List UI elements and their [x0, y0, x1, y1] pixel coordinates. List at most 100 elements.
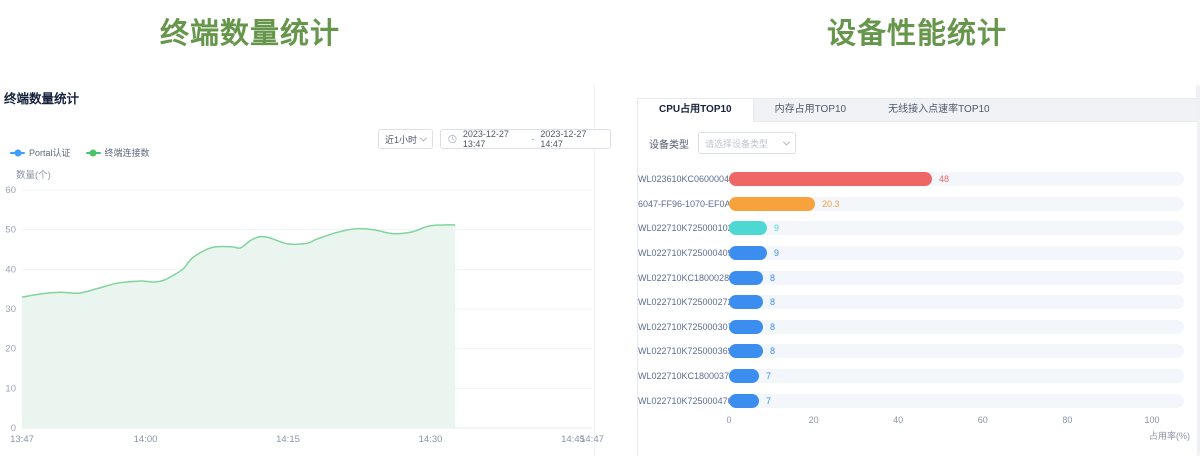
bar-track	[729, 295, 1184, 309]
device-name-label: WL022710K725000102	[638, 223, 723, 233]
tab-2[interactable]: 无线接入点速率TOP10	[867, 99, 1011, 122]
x-axis-tick: 20	[809, 415, 819, 425]
x-axis-tick: 40	[893, 415, 903, 425]
svg-text:50: 50	[5, 225, 16, 236]
device-name-label: WL022710KC18000372	[638, 371, 723, 381]
bar-value-label: 8	[770, 322, 775, 332]
bar[interactable]	[729, 246, 767, 260]
bar-value-label: 48	[939, 174, 949, 184]
bar-row: WL022710K725000409 9	[638, 241, 1197, 266]
legend-item[interactable]: Portal认证	[10, 146, 71, 159]
svg-text:14:30: 14:30	[419, 434, 443, 445]
svg-text:60: 60	[5, 185, 16, 196]
bar-track	[729, 246, 1184, 260]
clock-icon	[448, 134, 457, 144]
bar-value-label: 9	[774, 223, 779, 233]
device-type-select[interactable]: 请选择设备类型	[698, 132, 796, 154]
device-name-label: WL023610KC06000043	[638, 174, 723, 184]
date-end: 2023-12-27 14:47	[540, 129, 603, 149]
bar[interactable]	[729, 221, 767, 235]
bar-value-label: 9	[774, 248, 779, 258]
legend-marker-icon	[86, 152, 101, 154]
device-name-label: WL022710K725000409	[638, 248, 723, 258]
device-type-filter: 设备类型 请选择设备类型	[649, 132, 796, 154]
bar-row: WL022710K725000307 8	[638, 315, 1197, 340]
device-name-label: 6047-FF96-1070-EF0A	[638, 199, 723, 209]
svg-text:40: 40	[5, 264, 16, 275]
date-range-picker[interactable]: 2023-12-27 13:47 - 2023-12-27 14:47	[440, 129, 611, 149]
bar[interactable]	[729, 197, 815, 211]
legend-marker-icon	[10, 152, 25, 154]
legend-item[interactable]: 终端连接数	[86, 146, 150, 159]
date-start: 2023-12-27 13:47	[463, 129, 526, 149]
bar-row: WL022710K725000369 8	[638, 339, 1197, 364]
bar-row: WL022710K725000272 8	[638, 290, 1197, 315]
svg-text:14:47: 14:47	[580, 434, 604, 445]
time-range-value: 近1小时	[385, 133, 417, 146]
bar-value-label: 7	[766, 371, 771, 381]
device-name-label: WL022710K725000307	[638, 322, 723, 332]
x-axis-tick: 80	[1062, 415, 1072, 425]
bar[interactable]	[729, 271, 763, 285]
chart-controls: 近1小时 2023-12-27 13:47 - 2023-12-27 14:47	[378, 129, 611, 149]
terminal-count-chart: 0 10 20 30 40 50 60数量(个) 13:47 14:00 14:15 14:30 14…	[0, 170, 620, 455]
device-name-label: WL022710K725000272	[638, 297, 723, 307]
bar-value-label: 8	[770, 273, 775, 283]
device-name-label: WL022710K725000470	[638, 396, 723, 406]
bar-row: WL022710KC18000280 8	[638, 265, 1197, 290]
legend-label: Portal认证	[29, 146, 71, 159]
tab-1[interactable]: 内存占用TOP10	[754, 99, 868, 122]
device-name-label: WL022710K725000369	[638, 346, 723, 356]
date-separator: -	[531, 134, 534, 144]
bar[interactable]	[729, 369, 759, 383]
time-range-select[interactable]: 近1小时	[378, 129, 433, 149]
bar-row: WL022710K725000470 7	[638, 388, 1197, 413]
tab-bar: CPU占用TOP10内存占用TOP10无线接入点速率TOP10	[638, 99, 1197, 122]
bar-value-label: 7	[766, 396, 771, 406]
right-section-title: 设备性能统计	[637, 10, 1197, 52]
dashboard-page: 终端数量统计 设备性能统计 终端数量统计 近1小时 2023-12-27 13:…	[0, 0, 1200, 456]
area-fill	[22, 225, 455, 428]
device-performance-panel: CPU占用TOP10内存占用TOP10无线接入点速率TOP10 设备类型 请选择…	[637, 98, 1197, 456]
x-axis-unit-label: 占用率(%)	[1149, 429, 1190, 442]
svg-text:10: 10	[5, 383, 16, 394]
left-panel-title: 终端数量统计	[4, 88, 79, 107]
svg-text:14:15: 14:15	[276, 434, 300, 445]
bar[interactable]	[729, 344, 763, 358]
svg-text:14:00: 14:00	[134, 434, 158, 445]
bar-value-label: 8	[770, 346, 775, 356]
bar-track	[729, 394, 1184, 408]
svg-text:13:47: 13:47	[10, 434, 34, 445]
bar-chart-x-axis: 0 20 40 60 80 100	[638, 415, 1197, 429]
bar-track	[729, 221, 1184, 235]
cpu-top10-chart: WL023610KC06000043 48 6047-FF96-1070-EF0A2…	[638, 167, 1197, 413]
device-type-placeholder: 请选择设备类型	[705, 137, 768, 150]
bar-row: WL022710KC18000372 7	[638, 364, 1197, 389]
x-axis-tick: 0	[726, 415, 731, 425]
bar-track	[729, 320, 1184, 334]
svg-text:0: 0	[11, 423, 16, 434]
chevron-down-icon	[420, 134, 427, 141]
legend-label: 终端连接数	[105, 146, 150, 159]
bar-track	[729, 369, 1184, 383]
bar-row: 6047-FF96-1070-EF0A20.3	[638, 192, 1197, 217]
bar[interactable]	[729, 172, 932, 186]
bar[interactable]	[729, 295, 763, 309]
device-type-label: 设备类型	[649, 136, 689, 151]
bar-value-label: 8	[770, 297, 775, 307]
tab-0[interactable]: CPU占用TOP10	[638, 99, 754, 122]
bar-track	[729, 344, 1184, 358]
bar-row: WL023610KC06000043 48	[638, 167, 1197, 192]
bar[interactable]	[729, 320, 763, 334]
x-axis-tick: 100	[1144, 415, 1159, 425]
device-name-label: WL022710KC18000280	[638, 273, 723, 283]
bar-track	[729, 271, 1184, 285]
bar[interactable]	[729, 394, 759, 408]
chart-legend: Portal认证 终端连接数	[10, 146, 150, 159]
svg-text:30: 30	[5, 304, 16, 315]
terminal-count-panel: 终端数量统计 近1小时 2023-12-27 13:47 - 2023-12-2…	[0, 0, 620, 456]
x-axis-tick: 60	[978, 415, 988, 425]
svg-text:20: 20	[5, 344, 16, 355]
chevron-down-icon	[783, 138, 790, 145]
y-axis-name: 数量(个)	[16, 170, 51, 181]
